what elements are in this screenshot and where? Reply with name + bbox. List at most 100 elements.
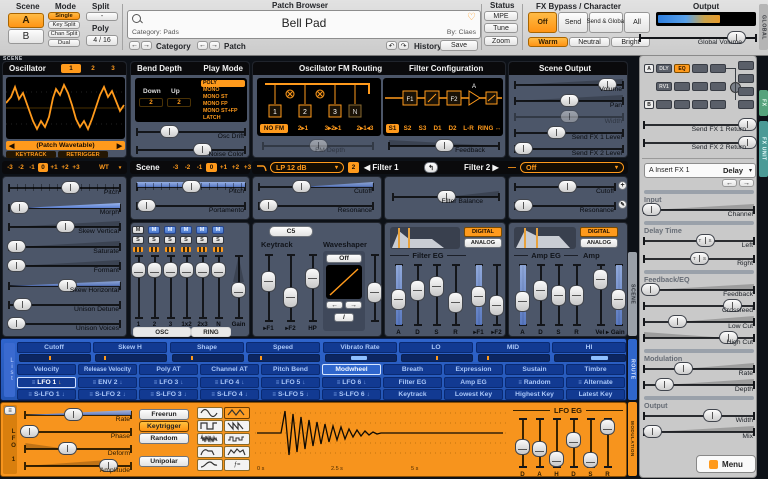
- fx-width-slider[interactable]: Width: [644, 409, 754, 426]
- macro-speed-bar[interactable]: [248, 354, 320, 362]
- portamento-slider[interactable]: Portamento: [137, 199, 245, 216]
- osc-type-caret-icon[interactable]: ▾: [116, 163, 124, 172]
- fx-slot-b3[interactable]: [692, 100, 708, 109]
- source-alternate[interactable]: ≡Alternate: [566, 377, 625, 388]
- keytrack-f2-slider[interactable]: ▸F2: [283, 253, 298, 323]
- tab-global[interactable]: GLOBAL: [759, 4, 768, 50]
- mixer-mute-n[interactable]: M: [212, 226, 224, 234]
- fx-lowcut-slider[interactable]: Low Cut: [644, 315, 754, 332]
- undo-button[interactable]: ↶: [386, 41, 397, 50]
- macro-hi[interactable]: HI: [552, 342, 626, 353]
- mode-dual[interactable]: Dual: [48, 39, 80, 47]
- fx-slot-send1[interactable]: [738, 61, 754, 70]
- mixer-mute-2[interactable]: M: [148, 226, 160, 234]
- osc-tab-1[interactable]: 1: [61, 64, 81, 73]
- filter2-type-select[interactable]: Off▾: [520, 162, 624, 173]
- feg-release-slider[interactable]: R: [448, 263, 463, 327]
- insert-fx-caret-icon[interactable]: ▾: [749, 167, 752, 174]
- fx-slot-b2[interactable]: [674, 100, 690, 109]
- scene-octave--1[interactable]: -1: [194, 163, 205, 172]
- fx-depth-slider[interactable]: Depth: [644, 378, 754, 395]
- lfo-name[interactable]: LFO 1: [3, 417, 17, 473]
- lfo-eg-release-slider[interactable]: R: [600, 417, 615, 469]
- playmode-mono-fp[interactable]: MONO FP: [201, 101, 245, 108]
- filter-feedback-icon[interactable]: ↰: [424, 162, 438, 173]
- osc-tab-2[interactable]: 2: [85, 64, 101, 73]
- macro-mid[interactable]: MID: [476, 342, 550, 353]
- filter1-label[interactable]: ◀ Filter 1: [364, 163, 399, 172]
- osc-unison-voices-slider[interactable]: Unison Voices: [9, 317, 120, 334]
- mixer-gain-fader[interactable]: Gain: [231, 254, 246, 320]
- scene-octave-+1[interactable]: +1: [218, 163, 229, 172]
- osc-octave-+2[interactable]: +2: [60, 163, 70, 172]
- source-velocity[interactable]: Velocity: [17, 364, 76, 375]
- tab-scene-side[interactable]: SCENE: [628, 252, 637, 336]
- waveshaper-prev-button[interactable]: ←: [326, 301, 343, 309]
- lfo-eg-attack-slider[interactable]: A: [532, 417, 547, 469]
- aeg-decay-slider[interactable]: D: [533, 263, 548, 327]
- filter2-bypass-icon[interactable]: —: [508, 163, 516, 172]
- osc-type-select[interactable]: WT: [94, 163, 114, 172]
- source-slfo5[interactable]: ≡S-LFO 5↓: [261, 389, 320, 400]
- source-breath[interactable]: Breath: [383, 364, 442, 375]
- source-slfo2[interactable]: ≡S-LFO 2↓: [78, 389, 137, 400]
- fx-delay-right-slider[interactable]: TS Right: [644, 252, 754, 269]
- macro-lo-bar[interactable]: [401, 354, 473, 362]
- save-button[interactable]: Save: [440, 40, 478, 51]
- macro-cutoff[interactable]: Cutoff: [17, 342, 91, 353]
- fx-slot-a1[interactable]: DLY: [656, 64, 672, 73]
- lfo-shape-square-icon[interactable]: [197, 420, 223, 432]
- fm-mode-nofm[interactable]: NO FM: [260, 124, 288, 133]
- fcfg-mode-s1[interactable]: S1: [386, 124, 399, 133]
- source-sustain[interactable]: Sustain: [505, 364, 564, 375]
- insert-fx-header[interactable]: A Insert FX 1 Delay ▾: [644, 163, 756, 178]
- mixer-solo-n[interactable]: S: [212, 236, 224, 244]
- amp-eg-digital[interactable]: DIGITAL: [580, 227, 618, 237]
- fx-slot-b4[interactable]: [710, 100, 726, 109]
- lfo-random-button[interactable]: Random: [139, 433, 189, 444]
- lfo-phase-slider[interactable]: Phase: [25, 425, 131, 442]
- waveshaper-next-button[interactable]: →: [345, 301, 362, 309]
- scene-octave--2[interactable]: -2: [182, 163, 193, 172]
- lfo-eg-delay-slider[interactable]: D: [515, 417, 530, 469]
- lfo-shape-mseg-icon[interactable]: [197, 459, 223, 471]
- mixer-solo-2x3[interactable]: S: [196, 236, 208, 244]
- source-random[interactable]: ≡Random: [505, 377, 564, 388]
- amp-eg-analog[interactable]: ANALOG: [580, 238, 618, 248]
- filter-balance-slider[interactable]: Filter Balance: [393, 190, 499, 207]
- playmode-poly[interactable]: POLY: [201, 80, 245, 87]
- keytrack-f1-slider[interactable]: ▸F1: [261, 253, 276, 323]
- send-fx1-return-slider[interactable]: Send FX 1 Return: [644, 118, 754, 135]
- lfo-shape-saw-icon[interactable]: [224, 420, 250, 432]
- bend-up-value[interactable]: 2: [167, 98, 191, 107]
- osc-pitch-slider[interactable]: Pitch: [9, 181, 120, 198]
- mode-single[interactable]: Single: [48, 12, 80, 20]
- fx-slot-b1[interactable]: [656, 100, 672, 109]
- filter1-resonance-slider[interactable]: Resonance: [259, 199, 373, 216]
- fx-delay-left-slider[interactable]: TS Left: [644, 234, 754, 251]
- osc-drift-slider[interactable]: Osc Drift: [137, 125, 245, 142]
- macro-cutoff-bar[interactable]: [19, 354, 91, 362]
- playmode-mono-st-fp[interactable]: MONO ST+FP: [201, 108, 245, 115]
- osc-skew-horizontal-slider[interactable]: Skew Horizontal: [9, 279, 120, 296]
- mixer-solo-1x2[interactable]: S: [180, 236, 192, 244]
- filter2-offset-button[interactable]: +: [618, 181, 627, 190]
- wavetable-selector[interactable]: ◀ (Patch Wavetable) ▶: [6, 141, 125, 150]
- mixer-fader-1[interactable]: 1: [131, 254, 146, 320]
- aeg-sustain-slider[interactable]: S: [551, 263, 566, 327]
- osc-formant-slider[interactable]: Formant: [9, 259, 120, 276]
- insert-fx-type[interactable]: Delay: [723, 166, 743, 175]
- source-release-velocity[interactable]: Release Velocity: [78, 364, 137, 375]
- fx-slot-m4[interactable]: [710, 82, 726, 91]
- scene-sendfx1-slider[interactable]: Send FX 1 Level: [515, 126, 623, 143]
- lfo-eg-hold-slider[interactable]: H: [549, 417, 564, 469]
- wavetable-next-icon[interactable]: ▶: [117, 142, 122, 150]
- source-slfo3[interactable]: ≡S-LFO 3↓: [139, 389, 198, 400]
- fx-slot-global1[interactable]: [738, 87, 754, 96]
- filter1-subtype[interactable]: 2: [348, 162, 359, 173]
- scene-sendfx2-slider[interactable]: Send FX 2 Level: [515, 142, 623, 159]
- global-volume-slider[interactable]: Global Volume: [640, 31, 756, 48]
- mixer-solo-2[interactable]: S: [148, 236, 160, 244]
- fcfg-mode-lr[interactable]: L-R: [461, 124, 476, 133]
- osc-octave-+1[interactable]: +1: [49, 163, 59, 172]
